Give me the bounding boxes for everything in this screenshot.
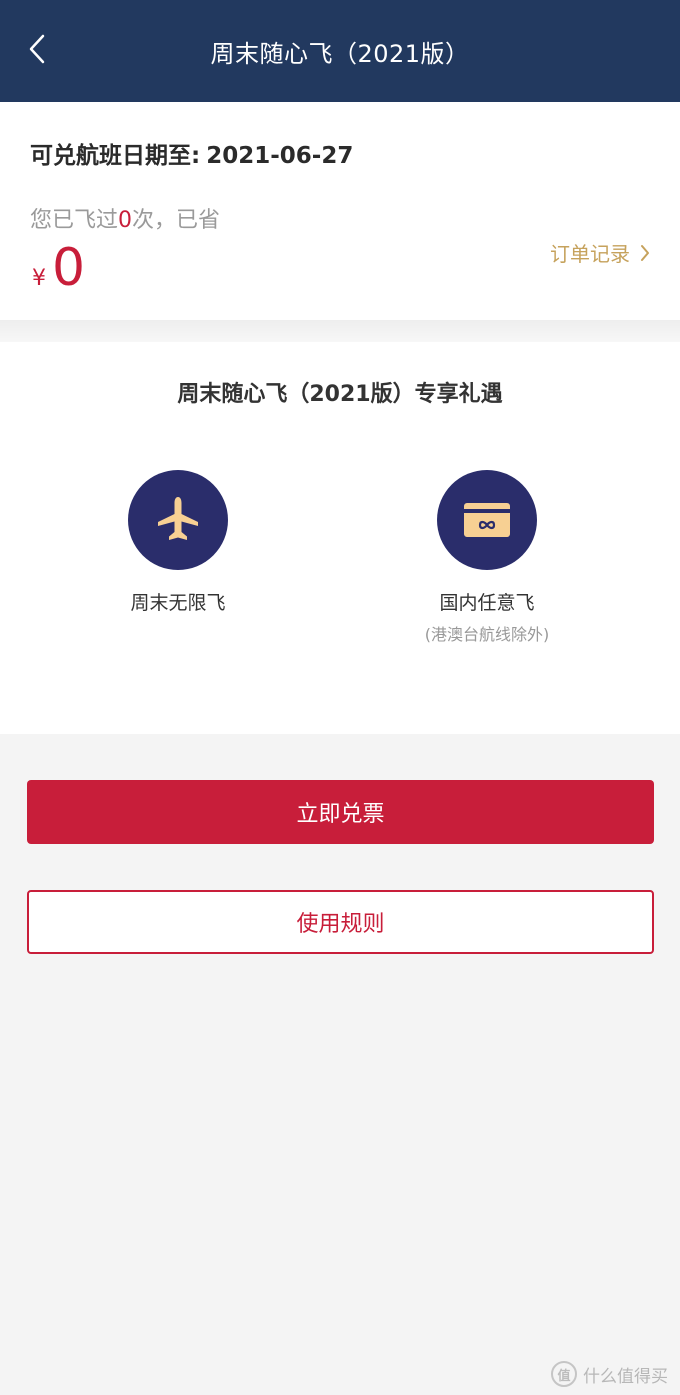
benefit-label: 周末无限飞: [130, 592, 226, 614]
summary-card: 可兑航班日期至: 2021-06-27 您已飞过0次，已省 ¥ 0 订单记录: [0, 102, 680, 320]
benefits-section: 周末随心飞（2021版）专享礼遇 周末无限飞 国内任意飞 (港澳台航线除外): [0, 342, 680, 734]
order-history-label: 订单记录: [550, 242, 630, 266]
redeem-ticket-button[interactable]: 立即兑票: [27, 780, 654, 844]
flown-suffix: 次，已省: [132, 208, 221, 233]
top-nav-bar: 周末随心飞（2021版）: [0, 0, 680, 102]
back-button[interactable]: [22, 30, 52, 68]
watermark-logo-icon: 值: [551, 1361, 577, 1387]
benefits-title: 周末随心飞（2021版）专享礼遇: [177, 382, 503, 407]
flown-count: 0: [118, 208, 133, 233]
usage-rules-button[interactable]: 使用规则: [27, 890, 654, 954]
valid-until-line: 可兑航班日期至: 2021-06-27: [30, 136, 353, 170]
airplane-icon: [128, 470, 228, 570]
saved-amount: ¥ 0: [32, 238, 85, 298]
benefit-label: 国内任意飞: [439, 592, 535, 614]
chevron-right-icon: [640, 244, 650, 262]
currency-symbol: ¥: [32, 266, 46, 291]
flown-prefix: 您已飞过: [30, 208, 119, 233]
benefit-weekend-unlimited: 周末无限飞: [68, 470, 288, 615]
infinity-card-icon: [437, 470, 537, 570]
saved-amount-value: 0: [52, 238, 86, 298]
valid-until-date: 2021-06-27: [206, 143, 354, 169]
watermark: 值 什么值得买: [551, 1361, 668, 1387]
page-title: 周末随心飞（2021版）: [210, 39, 470, 68]
benefit-note: (港澳台航线除外): [424, 625, 550, 644]
order-history-link[interactable]: 订单记录: [550, 238, 650, 267]
flown-count-line: 您已飞过0次，已省: [30, 202, 220, 234]
watermark-text: 什么值得买: [583, 1366, 668, 1387]
valid-until-label: 可兑航班日期至:: [30, 143, 201, 169]
benefit-domestic-any: 国内任意飞 (港澳台航线除外): [377, 470, 597, 645]
chevron-left-icon: [29, 34, 45, 64]
section-divider: [0, 320, 680, 342]
